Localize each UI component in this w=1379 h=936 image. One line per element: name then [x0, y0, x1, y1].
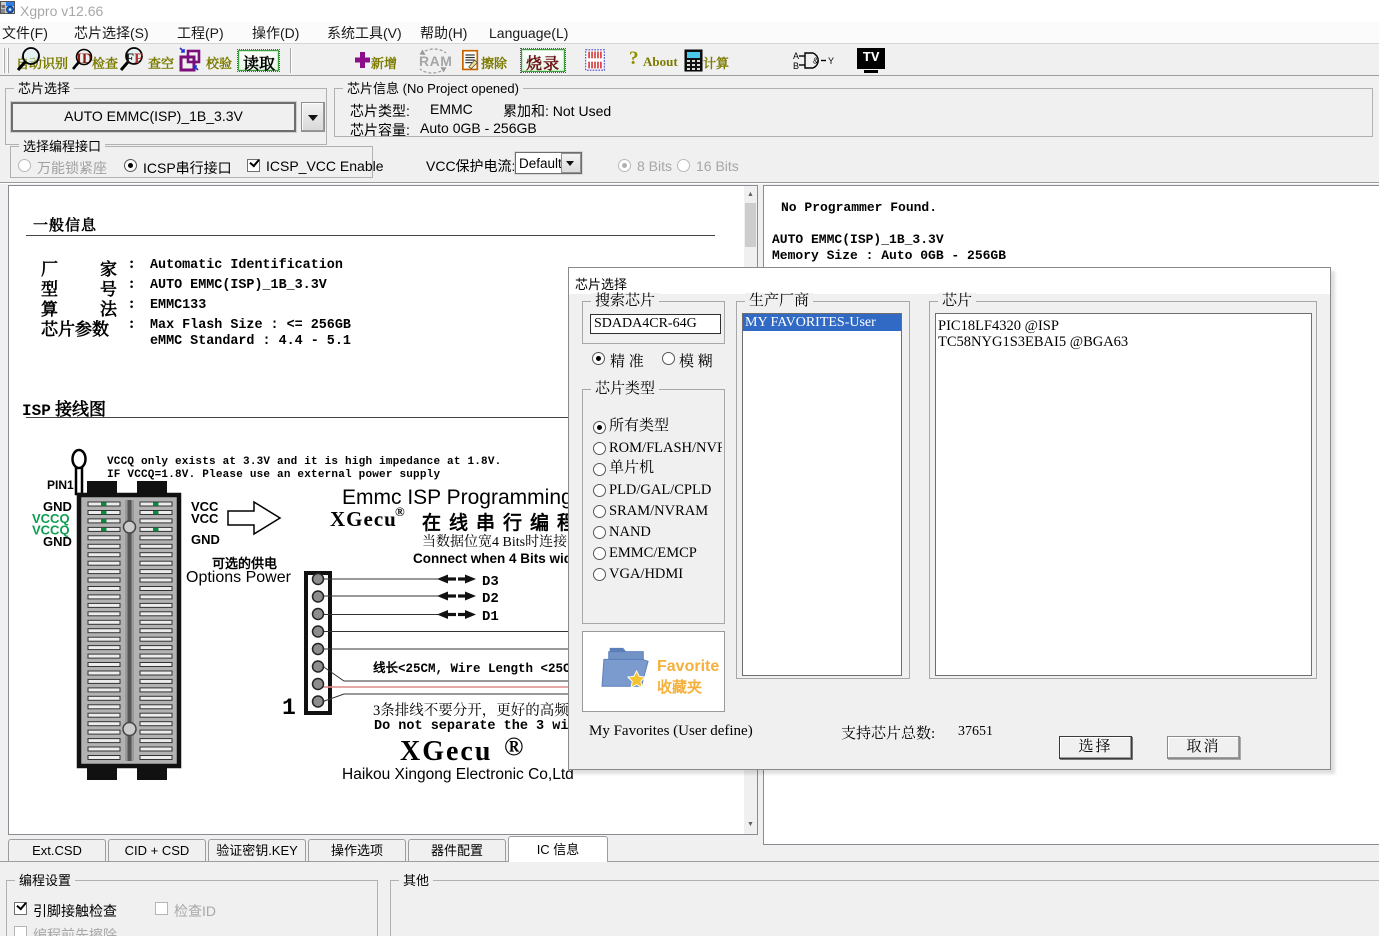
svg-text:VCC: VCC [191, 511, 219, 526]
svg-text:XGecu: XGecu [330, 507, 397, 531]
svg-text:Connect when 4 Bits width: Connect when 4 Bits width [413, 551, 585, 566]
svg-text:3条排线不要分开，更好的高频性能: 3条排线不要分开，更好的高频性能 [373, 701, 598, 719]
svg-text:GND: GND [191, 532, 220, 547]
svg-text:在线串行编程: 在线串行编程 [422, 511, 584, 534]
svg-text:线长<25CM, Wire Length <25CM: 线长<25CM, Wire Length <25CM [373, 660, 578, 676]
svg-text:Options Power: Options Power [186, 569, 292, 586]
svg-text:D3: D3 [482, 574, 499, 590]
svg-text:Y: Y [828, 56, 834, 66]
svg-text:VCCQ only exists at 3.3V and i: VCCQ only exists at 3.3V and it is high … [107, 456, 501, 468]
svg-text:1: 1 [282, 695, 296, 721]
svg-text:IF VCCQ=1.8V. Please use an ex: IF VCCQ=1.8V. Please use an external pow… [107, 469, 440, 481]
svg-text:®: ® [504, 732, 523, 761]
svg-text:&: & [813, 57, 819, 66]
svg-text:PIN1: PIN1 [47, 478, 74, 492]
svg-text:Do not separate the 3 wires: Do not separate the 3 wires [374, 719, 593, 734]
svg-text:B: B [793, 61, 799, 71]
svg-text:GND: GND [43, 534, 72, 549]
svg-text:Haikou Xingong Electronic Co,L: Haikou Xingong Electronic Co,Ltd [342, 766, 574, 783]
svg-text:D2: D2 [482, 591, 499, 607]
svg-text:A: A [793, 51, 799, 61]
svg-text:®: ® [395, 504, 405, 519]
svg-text:XGecu: XGecu [400, 736, 492, 767]
svg-text:当数据位宽4 Bits时连接: 当数据位宽4 Bits时连接 [422, 533, 568, 550]
svg-text:D1: D1 [482, 609, 499, 625]
